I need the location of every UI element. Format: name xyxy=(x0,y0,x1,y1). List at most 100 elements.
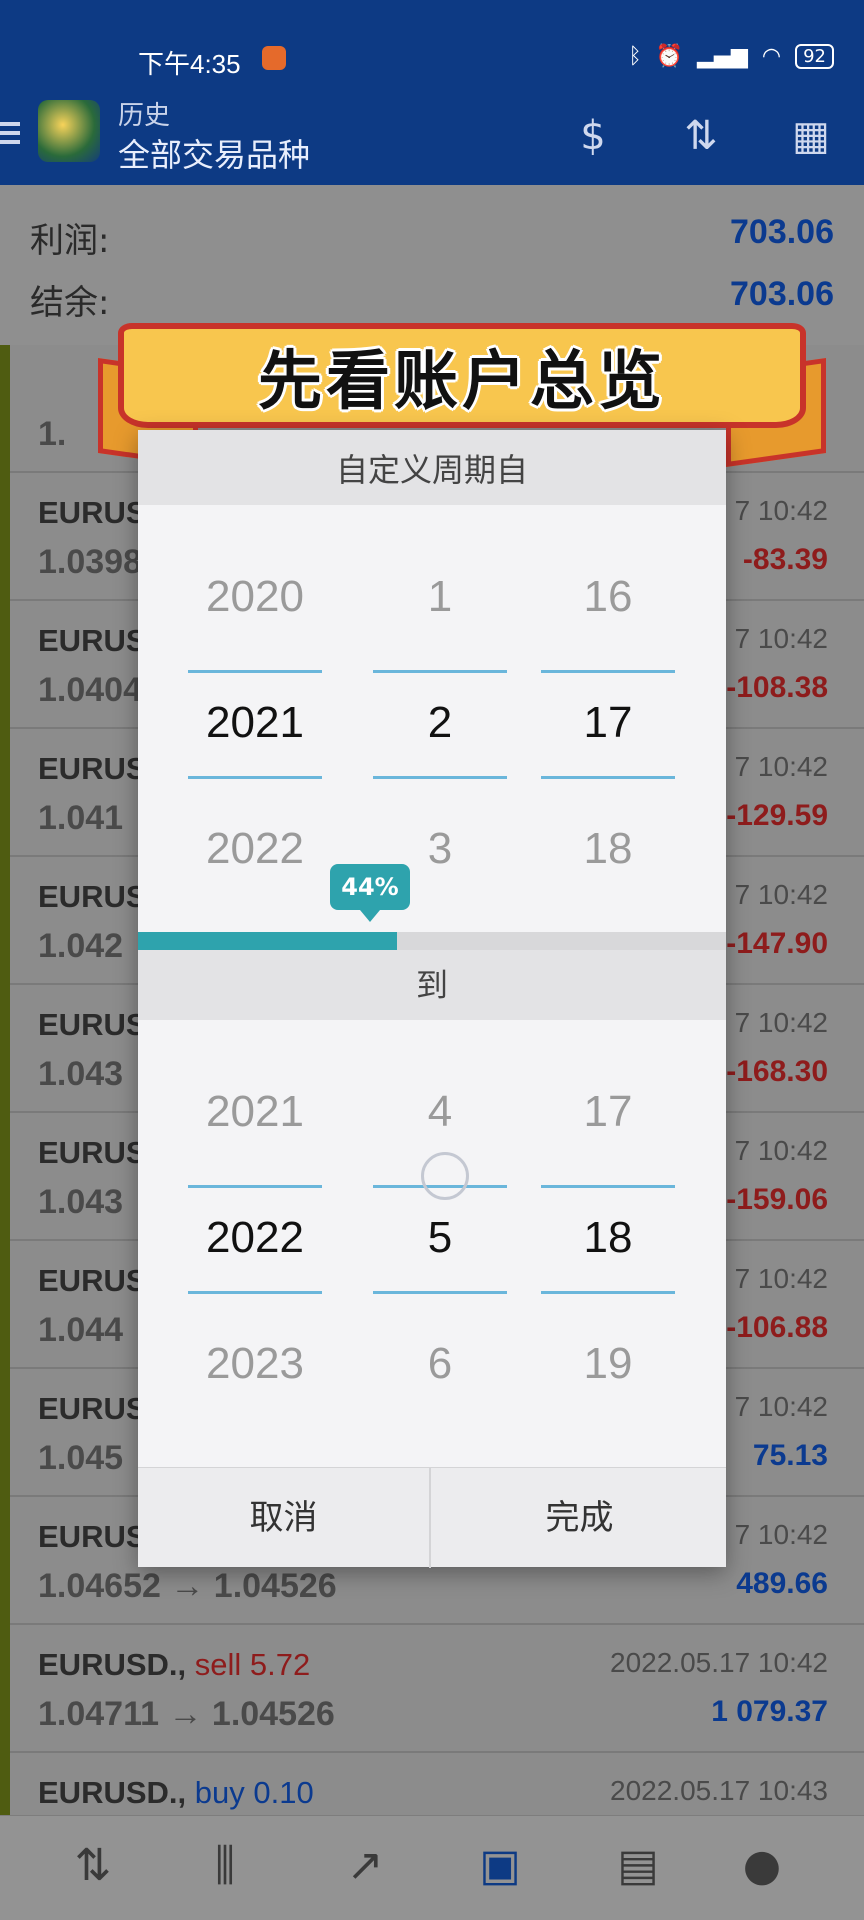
trade-side: buy 0.10 xyxy=(194,1775,314,1810)
trade-symbol-text: EURUS xyxy=(38,1007,147,1042)
quotes-icon[interactable]: ⇅ xyxy=(58,1836,128,1896)
picker-option[interactable]: 18 xyxy=(541,824,675,874)
trade-profit: -106.88 xyxy=(726,1311,828,1344)
trade-icon[interactable]: ↗ xyxy=(330,1836,400,1896)
trade-profit: -83.39 xyxy=(742,543,828,576)
picker-option[interactable]: 2020 xyxy=(188,572,322,622)
trade-prices: 1.043 xyxy=(38,1183,124,1221)
trade-profit: -147.90 xyxy=(726,927,828,960)
battery-icon: 92 xyxy=(795,44,834,69)
profit-label: 利润: xyxy=(30,221,110,261)
progress-fill xyxy=(138,932,397,950)
status-icons: ᛒ ⏰ ▂▄▆ ◠ 92 xyxy=(629,44,834,69)
trade-symbol-text: EURUS xyxy=(38,1135,147,1170)
sort-icon[interactable]: ⇅ xyxy=(674,113,728,159)
calendar-icon[interactable]: ▦ xyxy=(784,113,838,159)
trade-profit: 489.66 xyxy=(736,1567,828,1600)
chat-icon[interactable]: ● xyxy=(727,1836,797,1896)
trade-symbol-text: EURUS xyxy=(38,495,147,530)
trade-prices: 1.0404 xyxy=(38,671,142,709)
trade-profit: -108.38 xyxy=(726,671,828,704)
picker-selected[interactable]: 18 xyxy=(541,1213,675,1263)
trade-symbol: EURUS xyxy=(38,751,147,787)
history-inbox-icon[interactable]: ▣ xyxy=(465,1836,535,1896)
trade-date: 7 10:42 xyxy=(734,623,828,654)
picker-option[interactable]: 17 xyxy=(541,1087,675,1137)
trade-symbol-text: EURUS xyxy=(38,623,147,658)
trade-symbol: EURUS xyxy=(38,1263,147,1299)
trade-date: 7 10:42 xyxy=(734,1391,828,1422)
status-time: 下午4:35 xyxy=(138,49,241,79)
currency-filter-icon[interactable]: $ xyxy=(566,113,620,159)
picker-option[interactable]: 16 xyxy=(541,572,675,622)
trade-date: 2022.05.17 10:43 xyxy=(610,1775,828,1806)
alarm-icon: ⏰ xyxy=(655,44,684,69)
trade-symbol: EURUS xyxy=(38,1519,147,1555)
trade-symbol-text: EURUSD., xyxy=(38,1647,187,1682)
picker-option[interactable]: 4 xyxy=(373,1087,507,1137)
trade-prices: 1.04652 → 1.04526 xyxy=(38,1567,337,1605)
trade-prices: 1.044 xyxy=(38,1311,124,1349)
trade-symbol: EURUS xyxy=(38,495,147,531)
trade-symbol-text: EURUS xyxy=(38,1391,147,1426)
dialog-to-label: 到 xyxy=(138,950,726,1020)
balance-value: 703.06 xyxy=(730,275,834,313)
picker-option[interactable]: 2021 xyxy=(188,1087,322,1137)
picker-selected[interactable]: 17 xyxy=(541,698,675,748)
trade-symbol-text: EURUS xyxy=(38,879,147,914)
trade-profit: 1 079.37 xyxy=(711,1695,828,1728)
cancel-button[interactable]: 取消 xyxy=(138,1468,431,1568)
trade-symbol: EURUS xyxy=(38,1007,147,1043)
app-bar-subtitle: 历史 xyxy=(118,101,171,131)
menu-icon[interactable] xyxy=(0,117,20,149)
profit-value: 703.06 xyxy=(730,213,834,251)
wifi-icon: ◠ xyxy=(761,44,782,69)
trade-prices: 1.042 xyxy=(38,927,124,965)
picker-selected[interactable]: 2 xyxy=(373,698,507,748)
trade-prices: 1.04711 → 1.04526 xyxy=(38,1695,335,1733)
progress-bar xyxy=(138,932,726,950)
touch-indicator xyxy=(421,1152,469,1200)
picker-option[interactable]: 1 xyxy=(373,572,507,622)
trade-symbol: EURUS xyxy=(38,623,147,659)
trade-date: 7 10:42 xyxy=(734,751,828,782)
picker-option[interactable]: 19 xyxy=(541,1339,675,1389)
trade-row[interactable]: EURUSD., sell 5.72 1.04711 → 1.04526 2022.… xyxy=(10,1625,864,1753)
dialog-header: 自定义周期自 xyxy=(138,430,726,505)
trade-symbol: EURUS xyxy=(38,1135,147,1171)
trade-profit: -159.06 xyxy=(726,1183,828,1216)
trade-side: sell 5.72 xyxy=(194,1647,311,1682)
progress-tooltip: 44% xyxy=(330,864,410,922)
banner-text: 先看账户总览 xyxy=(258,344,666,419)
chart-candles-icon[interactable]: ⫼ xyxy=(190,1836,260,1896)
trade-symbol: EURUSD., buy 0.10 xyxy=(38,1775,314,1811)
custom-period-dialog: 自定义周期自 2020 2021 2022 1 2 3 16 17 18 44%… xyxy=(138,430,726,1568)
dialog-footer: 取消 完成 xyxy=(138,1467,726,1568)
trade-profit: -129.59 xyxy=(726,799,828,832)
bluetooth-icon: ᛒ xyxy=(628,44,642,69)
status-bar: 下午4:35 ᛒ ⏰ ▂▄▆ ◠ 92 xyxy=(0,0,864,85)
trade-symbol-text: EURUS xyxy=(38,1519,147,1554)
picker-option[interactable]: 2023 xyxy=(188,1339,322,1389)
bottom-nav: ⇅ ⫼ ↗ ▣ ▤ ● xyxy=(0,1815,864,1920)
trade-symbol: EURUS xyxy=(38,1391,147,1427)
signal-icon: ▂▄▆ xyxy=(697,44,748,69)
news-icon[interactable]: ▤ xyxy=(603,1836,673,1896)
trade-prices: 1. xyxy=(38,415,67,453)
trade-date: 7 10:42 xyxy=(734,1007,828,1038)
trade-date: 2022.05.17 10:42 xyxy=(610,1647,828,1678)
trade-symbol-text: EURUSD., xyxy=(38,1775,187,1810)
profit-row: 利润: 703.06 xyxy=(30,213,834,273)
app-logo xyxy=(38,100,100,162)
trade-prices: 1.0398 xyxy=(38,543,142,581)
picker-selected[interactable]: 5 xyxy=(373,1213,507,1263)
trade-date: 7 10:42 xyxy=(734,495,828,526)
picker-option[interactable]: 6 xyxy=(373,1339,507,1389)
picker-option[interactable]: 2022 xyxy=(188,824,322,874)
done-button[interactable]: 完成 xyxy=(433,1468,726,1568)
app-bar-title[interactable]: 全部交易品种 xyxy=(118,130,310,176)
screen-record-icon xyxy=(262,46,286,70)
trade-date: 7 10:42 xyxy=(734,1519,828,1550)
picker-selected[interactable]: 2021 xyxy=(188,698,322,748)
picker-selected[interactable]: 2022 xyxy=(188,1213,322,1263)
